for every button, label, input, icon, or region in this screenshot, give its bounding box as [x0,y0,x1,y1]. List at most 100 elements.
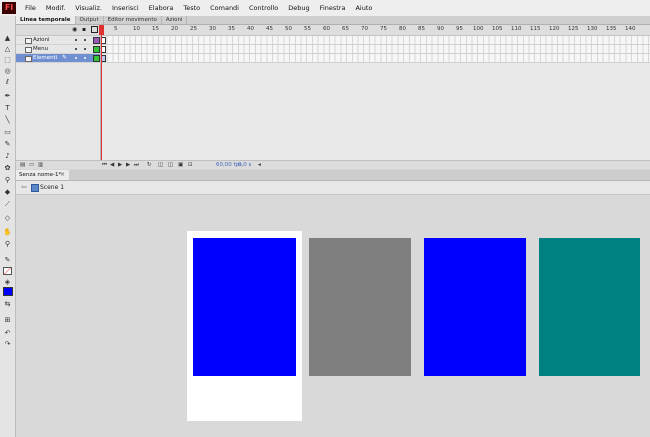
play-icon[interactable]: ▶ [118,161,122,169]
visibility-dot[interactable] [75,57,77,59]
rectangle-tool-icon[interactable]: ▭ [3,128,12,136]
close-icon[interactable]: × [60,170,65,180]
edit-multiple-icon[interactable]: ▣ [178,161,183,169]
brush-icon[interactable]: ♪ [3,152,12,160]
delete-layer-icon[interactable]: ▥ [38,161,43,169]
frame-number: 60 [323,26,330,32]
tab-actions[interactable]: Azioni [162,16,188,24]
3d-rotation-icon[interactable]: ◎ [3,67,12,75]
playhead-handle[interactable] [99,25,104,35]
line-tool-icon[interactable]: ╲ [3,116,12,124]
eye-icon[interactable]: ◉ [72,26,77,33]
tab-motion-editor[interactable]: Editor movimento [104,16,162,24]
hand-tool-icon[interactable]: ✋ [3,228,12,236]
go-last-frame-icon[interactable]: ⏭ [134,161,139,169]
lock-icon[interactable]: ▪ [82,26,86,33]
menu-modify[interactable]: Modif. [41,0,70,16]
visibility-dot[interactable] [75,48,77,50]
layer-color-swatch[interactable] [93,46,100,53]
menu-insert[interactable]: Inserisci [107,0,144,16]
layer-color-swatch[interactable] [93,37,100,44]
tab-output[interactable]: Output [76,16,104,24]
teal-rectangle[interactable] [539,238,640,376]
frame-number: 120 [549,26,560,32]
menu-elabora[interactable]: Elabora [144,0,179,16]
menu-help[interactable]: Aiuto [350,0,377,16]
onion-outline-icon[interactable]: ◫ [168,161,173,169]
lock-dot[interactable] [84,39,86,41]
fill-color-icon[interactable]: ◈ [3,278,12,286]
menu-commands[interactable]: Comandi [205,0,244,16]
outline-icon[interactable] [91,26,98,33]
straighten-icon[interactable]: ↷ [3,340,12,348]
bone-icon[interactable]: ⚲ [3,176,12,184]
frame-number: 85 [418,26,425,32]
frame-grid[interactable] [101,36,650,63]
text-tool-icon[interactable]: T [3,104,12,112]
frame-number: 130 [587,26,598,32]
stroke-color-swatch[interactable] [3,267,12,275]
layer-color-swatch[interactable] [93,55,100,62]
tab-timeline[interactable]: Linea temporale [16,16,76,24]
frame-number: 75 [380,26,387,32]
playhead[interactable] [99,25,104,168]
smooth-icon[interactable]: ↶ [3,329,12,337]
blue-rectangle[interactable] [193,238,296,376]
stroke-color-icon[interactable]: ✎ [3,256,12,264]
swap-colors-icon[interactable]: ⇆ [3,300,12,308]
layer-row[interactable]: Azioni [16,36,100,45]
frame-number: 65 [342,26,349,32]
loop-icon[interactable]: ↻ [147,161,152,169]
menu-text[interactable]: Testo [178,0,205,16]
frame-number: 55 [304,26,311,32]
pasteboard[interactable] [16,195,650,437]
menu-file[interactable]: File [20,0,41,16]
deco-icon[interactable]: ✿ [3,164,12,172]
eyedropper-icon[interactable]: ⟋ [3,200,12,208]
timeline-controls: ▤ ▭ ▥ ⏮ ◀ ▶ ▶ ⏭ ↻ ◫ ◫ ▣ ⊡ 60,00 fps 0,0 … [16,160,650,169]
lasso-icon[interactable]: ℓ [3,78,12,86]
free-transform-icon[interactable]: ⬚ [3,56,12,64]
frame-number: 45 [266,26,273,32]
onion-skin-icon[interactable]: ◫ [158,161,163,169]
step-back-icon[interactable]: ◀ [110,161,114,169]
back-arrow-icon[interactable]: ⇦ [21,183,27,191]
panel-tabs: Linea temporale Output Editor movimento … [16,16,650,25]
new-layer-icon[interactable]: ▤ [20,161,25,169]
onion-markers-icon[interactable]: ⊡ [188,161,193,169]
menu-debug[interactable]: Debug [283,0,314,16]
menu-window[interactable]: Finestra [315,0,351,16]
snap-icon[interactable]: ⊞ [3,316,12,324]
step-forward-icon[interactable]: ▶ [126,161,130,169]
paint-bucket-icon[interactable]: ◆ [3,188,12,196]
pen-icon[interactable]: ✒ [3,92,12,100]
scene-label[interactable]: Scene 1 [40,181,64,194]
tools-panel: ▲ △ ⬚ ◎ ℓ ✒ T ╲ ▭ ✎ ♪ ✿ ⚲ ◆ ⟋ ◇ ✋ ⚲ ✎ ◈ … [0,16,16,437]
lock-dot[interactable] [84,57,86,59]
document-tab-title: Senza nome-1* [19,172,62,178]
gray-rectangle[interactable] [309,238,411,376]
zoom-tool-icon[interactable]: ⚲ [3,240,12,248]
frame-number: 80 [399,26,406,32]
fill-color-swatch[interactable] [3,287,13,296]
time-readout[interactable]: 0,0 s [238,161,251,169]
layers-header: ◉ ▪ [16,25,100,36]
eraser-icon[interactable]: ◇ [3,214,12,222]
layer-row-selected[interactable]: Elementi ✎ [16,54,100,63]
subselection-tool-icon[interactable]: △ [3,45,12,53]
scroll-left-icon[interactable]: ◂ [258,161,261,169]
menu-control[interactable]: Controllo [244,0,283,16]
menu-bar: Fl File Modif. Visualiz. Inserisci Elabo… [0,0,650,17]
pencil-icon[interactable]: ✎ [3,140,12,148]
blue-rectangle[interactable] [424,238,526,376]
layer-row[interactable]: Menu [16,45,100,54]
lock-dot[interactable] [84,48,86,50]
frame-number: 135 [606,26,617,32]
frame-number: 90 [437,26,444,32]
go-first-frame-icon[interactable]: ⏮ [102,161,107,169]
menu-view[interactable]: Visualiz. [70,0,107,16]
frame-ruler[interactable]: 5 10 15 20 25 30 35 40 45 50 55 60 65 70… [101,25,650,36]
new-folder-icon[interactable]: ▭ [29,161,34,169]
selection-tool-icon[interactable]: ▲ [3,34,12,42]
visibility-dot[interactable] [75,39,77,41]
